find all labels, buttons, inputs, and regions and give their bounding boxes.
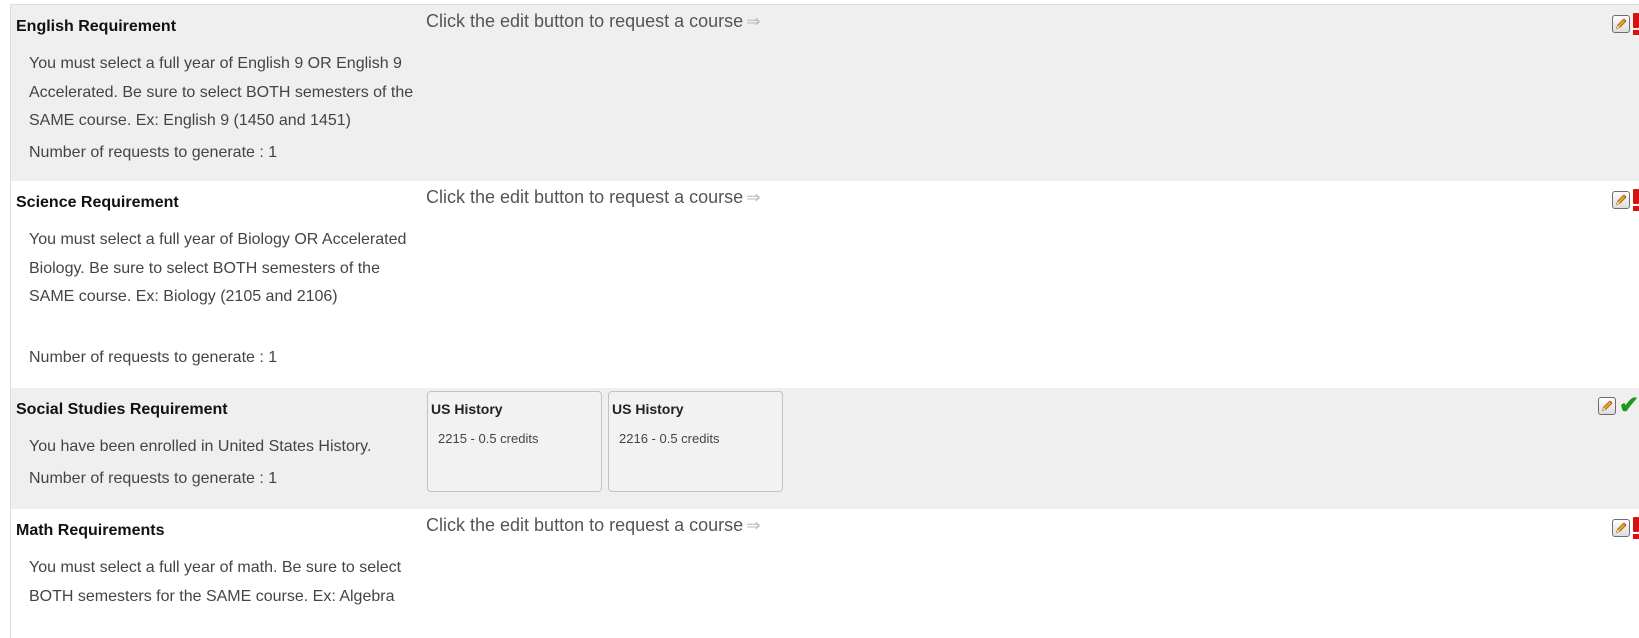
status-icons — [1612, 517, 1639, 539]
pencil-icon — [1614, 193, 1628, 207]
requirement-description: You must select a full year of Biology O… — [29, 231, 407, 305]
requirement-description: You must select a full year of math. Be … — [29, 559, 402, 605]
pencil-icon — [1600, 399, 1614, 413]
edit-prompt-text: Click the edit button to request a cours… — [426, 515, 744, 535]
requirement-math: Math Requirements You must select a full… — [10, 509, 1639, 638]
exclamation-icon — [1633, 517, 1639, 539]
course-name: US History — [612, 401, 684, 417]
requirement-title: Science Requirement — [16, 194, 179, 211]
edit-button[interactable] — [1612, 15, 1630, 33]
edit-prompt-text: Click the edit button to request a cours… — [426, 187, 744, 207]
requests-count: Number of requests to generate : 1 — [29, 144, 278, 161]
requests-count: Number of requests to generate : 1 — [29, 349, 278, 366]
status-icons — [1612, 13, 1639, 35]
edit-prompt: Click the edit button to request a cours… — [426, 11, 760, 32]
edit-button[interactable] — [1597, 397, 1616, 415]
arrow-right-icon: ⇒ — [746, 188, 761, 207]
pencil-icon — [1614, 521, 1628, 535]
status-icons: ✔ — [1597, 392, 1639, 419]
arrow-right-icon: ⇒ — [746, 12, 761, 31]
edit-prompt: Click the edit button to request a cours… — [426, 187, 760, 208]
requirement-title: Math Requirements — [16, 522, 165, 539]
requirement-title: English Requirement — [16, 18, 177, 35]
status-icons — [1612, 189, 1639, 211]
course-card[interactable]: US History 2215 - 0.5 credits — [427, 391, 602, 492]
course-card[interactable]: US History 2216 - 0.5 credits — [608, 391, 783, 492]
requirement-social-studies: Social Studies Requirement You have been… — [10, 388, 1639, 509]
requirement-description: You have been enrolled in United States … — [29, 438, 372, 455]
edit-prompt: Click the edit button to request a cours… — [426, 515, 760, 536]
course-credits: 2215 - 0.5 credits — [438, 431, 539, 446]
course-name: US History — [431, 401, 503, 417]
requirement-science: Science Requirement You must select a fu… — [10, 181, 1639, 388]
arrow-right-icon: ⇒ — [746, 516, 761, 535]
requirement-english: English Requirement You must select a fu… — [10, 4, 1639, 181]
edit-prompt-text: Click the edit button to request a cours… — [426, 11, 744, 31]
exclamation-icon — [1633, 13, 1639, 35]
edit-button[interactable] — [1612, 191, 1630, 209]
exclamation-icon — [1633, 189, 1639, 211]
course-credits: 2216 - 0.5 credits — [619, 431, 720, 446]
requirement-description: You must select a full year of English 9… — [29, 55, 414, 129]
requests-count: Number of requests to generate : 1 — [29, 470, 278, 487]
pencil-icon — [1614, 17, 1628, 31]
requirement-title: Social Studies Requirement — [16, 401, 228, 418]
edit-button[interactable] — [1612, 519, 1630, 537]
checkmark-icon: ✔ — [1618, 392, 1639, 419]
